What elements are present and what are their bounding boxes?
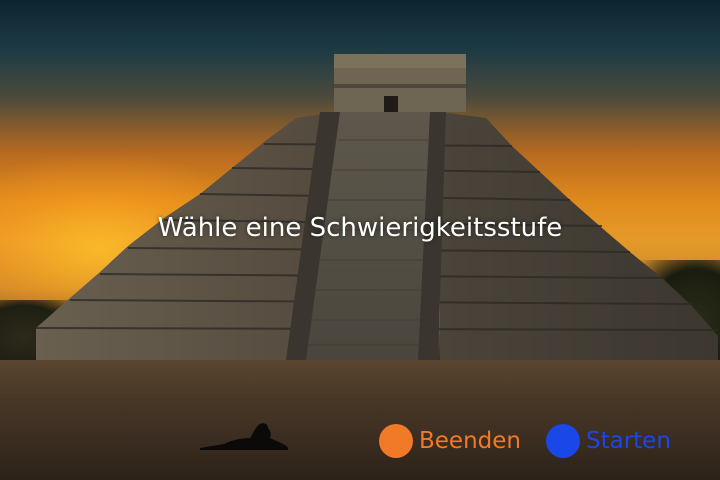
start-button-label: Starten	[586, 428, 671, 454]
quit-button-label: Beenden	[419, 428, 521, 454]
game-screen: Wähle eine Schwierigkeitsstufe Beenden S…	[0, 0, 720, 480]
difficulty-title: Wähle eine Schwierigkeitsstufe	[157, 213, 563, 243]
start-button[interactable]: Starten	[546, 424, 671, 458]
quit-button[interactable]: Beenden	[379, 424, 521, 458]
temple-top	[334, 54, 466, 112]
start-button-icon	[546, 424, 580, 458]
dog-silhouette	[200, 423, 288, 450]
quit-button-icon	[379, 424, 413, 458]
